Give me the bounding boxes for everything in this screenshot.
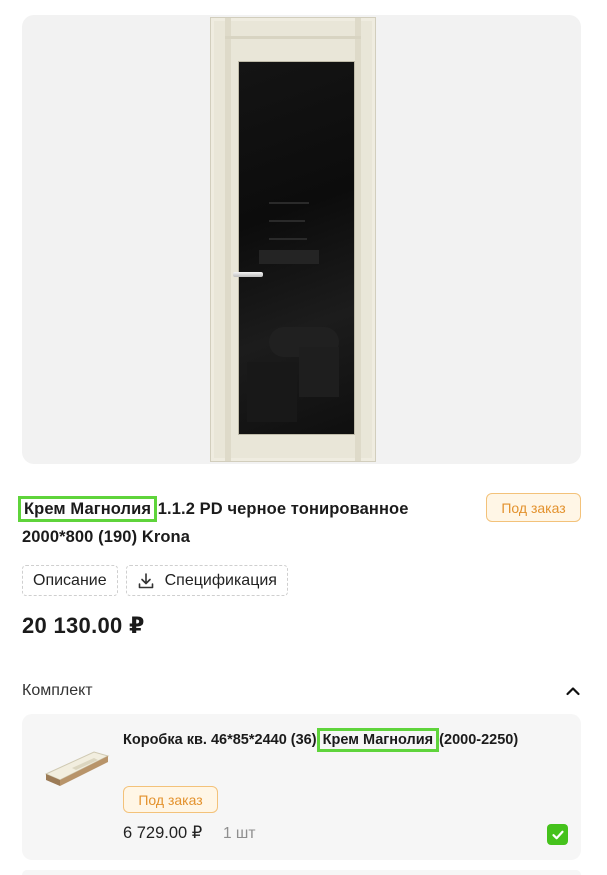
kit-title-highlight: Крем Магнолия (316, 728, 440, 752)
kit-item-quantity: 1 шт (223, 825, 256, 842)
kit-title-prefix: Коробка кв. 46*85*2440 (36) (123, 732, 321, 748)
title-highlight: Крем Магнолия (17, 496, 158, 522)
product-tabs: Описание Спецификация (22, 565, 288, 596)
kit-toggle[interactable]: Комплект (22, 678, 581, 704)
download-icon (138, 572, 153, 588)
door-handle (233, 272, 263, 277)
kit-header-label: Комплект (22, 682, 93, 699)
door-image (210, 17, 376, 462)
availability-badge: Под заказ (486, 493, 581, 522)
checkmark-icon (551, 830, 564, 839)
door-frame-image (44, 751, 110, 786)
kit-title-suffix: (2000-2250) (435, 732, 519, 748)
product-image[interactable] (22, 15, 581, 464)
next-kit-item-edge (22, 870, 581, 875)
kit-item-title: Коробка кв. 46*85*2440 (36) Крем Магноли… (123, 727, 523, 753)
kit-item-price: 6 729.00 ₽ (123, 824, 203, 842)
tab-description[interactable]: Описание (22, 565, 118, 596)
kit-item-checkbox[interactable] (547, 824, 568, 845)
tab-description-label: Описание (33, 571, 107, 589)
kit-availability-badge: Под заказ (123, 786, 218, 813)
door-glass (238, 61, 355, 435)
tab-specification-label: Спецификация (164, 571, 277, 589)
kit-item[interactable]: Коробка кв. 46*85*2440 (36) Крем Магноли… (22, 714, 581, 860)
product-title: Крем Магнолия 1.1.2 PD черное тонированн… (17, 495, 462, 551)
product-price: 20 130.00 ₽ (22, 613, 145, 638)
chevron-up-icon[interactable] (565, 683, 581, 699)
tab-specification[interactable]: Спецификация (125, 565, 288, 596)
